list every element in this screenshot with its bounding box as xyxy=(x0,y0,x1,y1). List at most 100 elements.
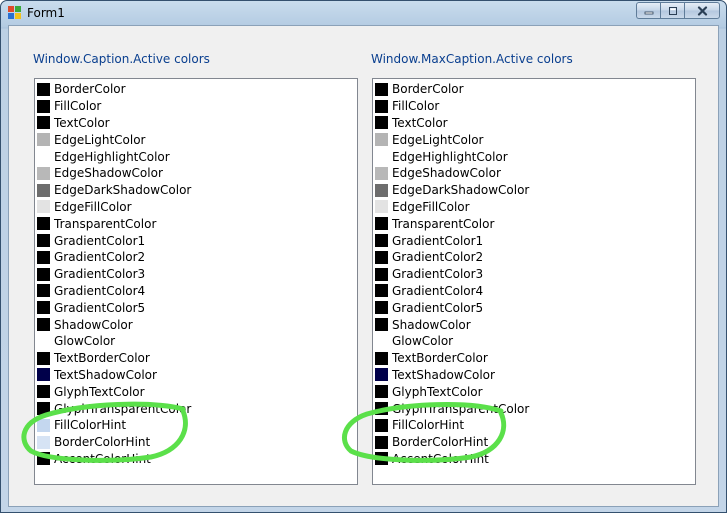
list-item-label: GradientColor1 xyxy=(54,233,146,248)
color-swatch xyxy=(375,385,388,399)
list-item[interactable]: GlowColor xyxy=(375,333,529,350)
list-item[interactable]: GlowColor xyxy=(37,333,191,350)
color-swatch xyxy=(375,351,388,365)
list-item-label: EdgeShadowColor xyxy=(54,166,163,181)
color-swatch xyxy=(37,267,50,281)
list-item[interactable]: FillColorHint xyxy=(375,417,529,434)
list-item[interactable]: TextColor xyxy=(375,115,529,132)
color-swatch xyxy=(37,133,50,147)
list-item[interactable]: FillColor xyxy=(37,98,191,115)
minimize-icon xyxy=(644,11,653,14)
list-item[interactable]: BorderColorHint xyxy=(375,434,529,451)
list-item-label: BorderColor xyxy=(392,82,464,97)
list-item-label: EdgeShadowColor xyxy=(392,166,501,181)
list-item[interactable]: GradientColor5 xyxy=(375,299,529,316)
list-item-label: GlyphTextColor xyxy=(54,384,145,399)
list-item[interactable]: EdgeLightColor xyxy=(37,131,191,148)
list-item[interactable]: GradientColor3 xyxy=(37,266,191,283)
color-swatch xyxy=(375,133,388,147)
list-item[interactable]: EdgeHighlightColor xyxy=(375,148,529,165)
list-item[interactable]: EdgeLightColor xyxy=(375,131,529,148)
color-swatch xyxy=(375,334,388,348)
form-window: Form1 Window.Caption.Active colors Borde… xyxy=(0,0,727,513)
color-swatch xyxy=(375,452,388,466)
list-item[interactable]: TextColor xyxy=(37,115,191,132)
list-item[interactable]: GradientColor4 xyxy=(375,283,529,300)
list-item[interactable]: BorderColorHint xyxy=(37,434,191,451)
color-swatch xyxy=(37,318,50,332)
color-swatch xyxy=(375,166,388,180)
close-button[interactable] xyxy=(684,2,720,19)
color-swatch xyxy=(37,166,50,180)
color-swatch xyxy=(375,418,388,432)
list-item[interactable]: BorderColor xyxy=(37,81,191,98)
list-item[interactable]: EdgeShadowColor xyxy=(37,165,191,182)
minimize-button[interactable] xyxy=(636,2,660,19)
list-item-label: TextBorderColor xyxy=(54,351,150,366)
color-swatch xyxy=(375,116,388,130)
list-item[interactable]: GradientColor2 xyxy=(375,249,529,266)
list-item[interactable]: EdgeFillColor xyxy=(375,199,529,216)
color-swatch xyxy=(375,301,388,315)
list-item[interactable]: EdgeShadowColor xyxy=(375,165,529,182)
list-item-label: BorderColorHint xyxy=(54,435,151,450)
list-item[interactable]: GlyphTransparentColor xyxy=(375,400,529,417)
list-item[interactable]: GlyphTextColor xyxy=(37,383,191,400)
window-title: Form1 xyxy=(27,6,65,20)
list-item[interactable]: TransparentColor xyxy=(37,215,191,232)
list-item[interactable]: GradientColor2 xyxy=(37,249,191,266)
list-item[interactable]: ShadowColor xyxy=(375,316,529,333)
color-swatch xyxy=(37,82,50,96)
list-item[interactable]: GradientColor5 xyxy=(37,299,191,316)
list-item-label: TextShadowColor xyxy=(54,367,157,382)
form-icon[interactable] xyxy=(8,6,22,20)
list-item[interactable]: EdgeDarkShadowColor xyxy=(375,182,529,199)
list-item[interactable]: GradientColor3 xyxy=(375,266,529,283)
list-item[interactable]: AccentColorHint xyxy=(37,451,191,468)
list-item-label: GradientColor3 xyxy=(392,267,484,282)
list-item-label: GradientColor5 xyxy=(54,300,146,315)
color-swatch xyxy=(375,150,388,164)
maximize-button[interactable] xyxy=(660,2,684,19)
listbox-maxcaption-active[interactable]: BorderColor FillColor TextColor EdgeLightCo… xyxy=(372,78,696,485)
list-item-label: FillColorHint xyxy=(392,418,465,433)
list-item[interactable]: EdgeHighlightColor xyxy=(37,148,191,165)
color-swatch xyxy=(375,284,388,298)
color-swatch xyxy=(37,217,50,231)
list-item[interactable]: FillColorHint xyxy=(37,417,191,434)
list-item[interactable]: ShadowColor xyxy=(37,316,191,333)
color-swatch xyxy=(37,301,50,315)
color-swatch xyxy=(37,334,50,348)
color-swatch xyxy=(37,418,50,432)
list-item[interactable]: EdgeDarkShadowColor xyxy=(37,182,191,199)
list-item[interactable]: AccentColorHint xyxy=(375,451,529,468)
list-item[interactable]: TextBorderColor xyxy=(375,350,529,367)
list-item-label: BorderColorHint xyxy=(392,435,489,450)
color-swatch xyxy=(37,116,50,130)
list-item[interactable]: EdgeFillColor xyxy=(37,199,191,216)
listbox-caption-active[interactable]: BorderColor FillColor TextColor EdgeLightCo… xyxy=(34,78,358,485)
list-item[interactable]: TextBorderColor xyxy=(37,350,191,367)
list-item[interactable]: GradientColor1 xyxy=(37,232,191,249)
maximize-icon xyxy=(668,6,677,15)
list-item[interactable]: GlyphTransparentColor xyxy=(37,400,191,417)
color-list: BorderColor FillColor TextColor EdgeLightCo… xyxy=(375,81,529,467)
list-item-label: GradientColor4 xyxy=(392,283,484,298)
list-item[interactable]: FillColor xyxy=(375,98,529,115)
list-item[interactable]: GlyphTextColor xyxy=(375,383,529,400)
list-item-label: TextColor xyxy=(54,115,110,130)
list-item-label: GradientColor4 xyxy=(54,283,146,298)
title-bar[interactable]: Form1 xyxy=(1,1,726,25)
color-swatch xyxy=(37,284,50,298)
list-item[interactable]: BorderColor xyxy=(375,81,529,98)
list-item[interactable]: GradientColor1 xyxy=(375,232,529,249)
list-item-label: TransparentColor xyxy=(392,216,495,231)
list-item[interactable]: TextShadowColor xyxy=(375,367,529,384)
close-icon xyxy=(697,5,707,16)
list-item[interactable]: GradientColor4 xyxy=(37,283,191,300)
list-item-label: GlowColor xyxy=(392,334,454,349)
list-item[interactable]: TextShadowColor xyxy=(37,367,191,384)
color-swatch xyxy=(375,99,388,113)
color-swatch xyxy=(37,200,50,214)
list-item[interactable]: TransparentColor xyxy=(375,215,529,232)
